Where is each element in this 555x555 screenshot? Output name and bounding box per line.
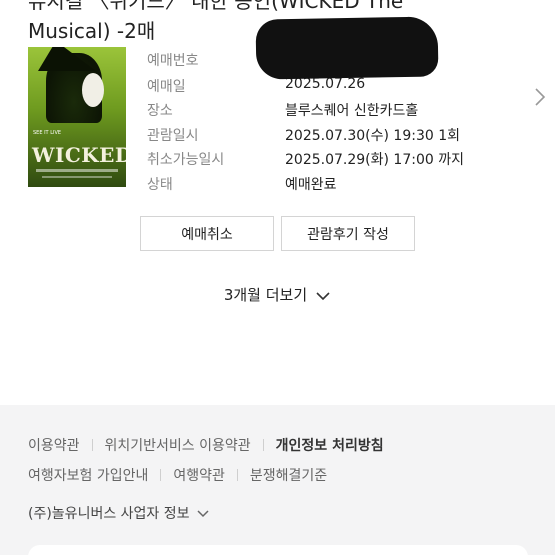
show-more-button[interactable]: 3개월 더보기 (0, 284, 555, 310)
title-line-1: 뮤지컬 〈위키드〉 내한 공연(WICKED The (28, 0, 404, 13)
detail-label: 장소 (147, 103, 173, 119)
write-review-button[interactable]: 관람후기 작성 (281, 216, 415, 251)
detail-value: 예매완료 (285, 177, 337, 193)
poster-image[interactable]: SEE IT LIVE WICKED (28, 47, 126, 187)
chevron-down-icon (196, 510, 209, 518)
cancel-booking-button[interactable]: 예매취소 (140, 216, 274, 251)
chevron-down-icon (316, 291, 330, 300)
footer-link-privacy[interactable]: 개인정보 처리방침 (276, 438, 384, 454)
detail-label: 관람일시 (147, 128, 199, 144)
footer-link-travel-terms[interactable]: 여행약관 (173, 468, 225, 484)
company-info-label: (주)놀유니버스 사업자 정보 (28, 506, 190, 522)
footer-links-row-1: 이용약관 위치기반서비스 이용약관 개인정보 처리방침 (28, 435, 384, 455)
poster-tagline: SEE IT LIVE (33, 130, 62, 136)
detail-value: 2025.07.29(화) 17:00 까지 (285, 152, 464, 168)
company-info-toggle[interactable]: (주)놀유니버스 사업자 정보 (28, 503, 210, 523)
detail-label: 예매번호 (147, 53, 199, 69)
detail-label: 예매일 (147, 79, 186, 95)
detail-value: 블루스퀘어 신한카드홀 (285, 103, 419, 119)
show-more-label: 3개월 더보기 (223, 286, 308, 304)
poster-logo: WICKED (32, 143, 126, 167)
detail-row-venue: 장소 블루스퀘어 신한카드홀 (147, 100, 527, 124)
detail-label: 상태 (147, 177, 173, 193)
detail-row-status: 상태 예매완료 (147, 174, 527, 198)
redaction-mark (255, 16, 439, 80)
footer-link-insurance[interactable]: 여행자보험 가입안내 (28, 468, 148, 484)
chevron-right-icon[interactable] (530, 86, 550, 108)
footer-card (28, 545, 528, 555)
footer-link-terms[interactable]: 이용약관 (28, 438, 80, 454)
detail-row-cancel-deadline: 취소가능일시 2025.07.29(화) 17:00 까지 (147, 149, 527, 173)
footer-link-location-terms[interactable]: 위치기반서비스 이용약관 (105, 438, 251, 454)
footer-links-row-2: 여행자보험 가입안내 여행약관 분쟁해결기준 (28, 465, 327, 485)
detail-row-booking-date: 예매일 2025.07.26 (147, 76, 527, 100)
detail-value: 2025.07.30(수) 19:30 1회 (285, 128, 460, 144)
footer: 이용약관 위치기반서비스 이용약관 개인정보 처리방침 여행자보험 가입안내 여행약관… (0, 405, 555, 555)
footer-link-dispute[interactable]: 분쟁해결기준 (250, 468, 327, 484)
detail-row-show-time: 관람일시 2025.07.30(수) 19:30 1회 (147, 125, 527, 149)
detail-label: 취소가능일시 (147, 152, 225, 168)
